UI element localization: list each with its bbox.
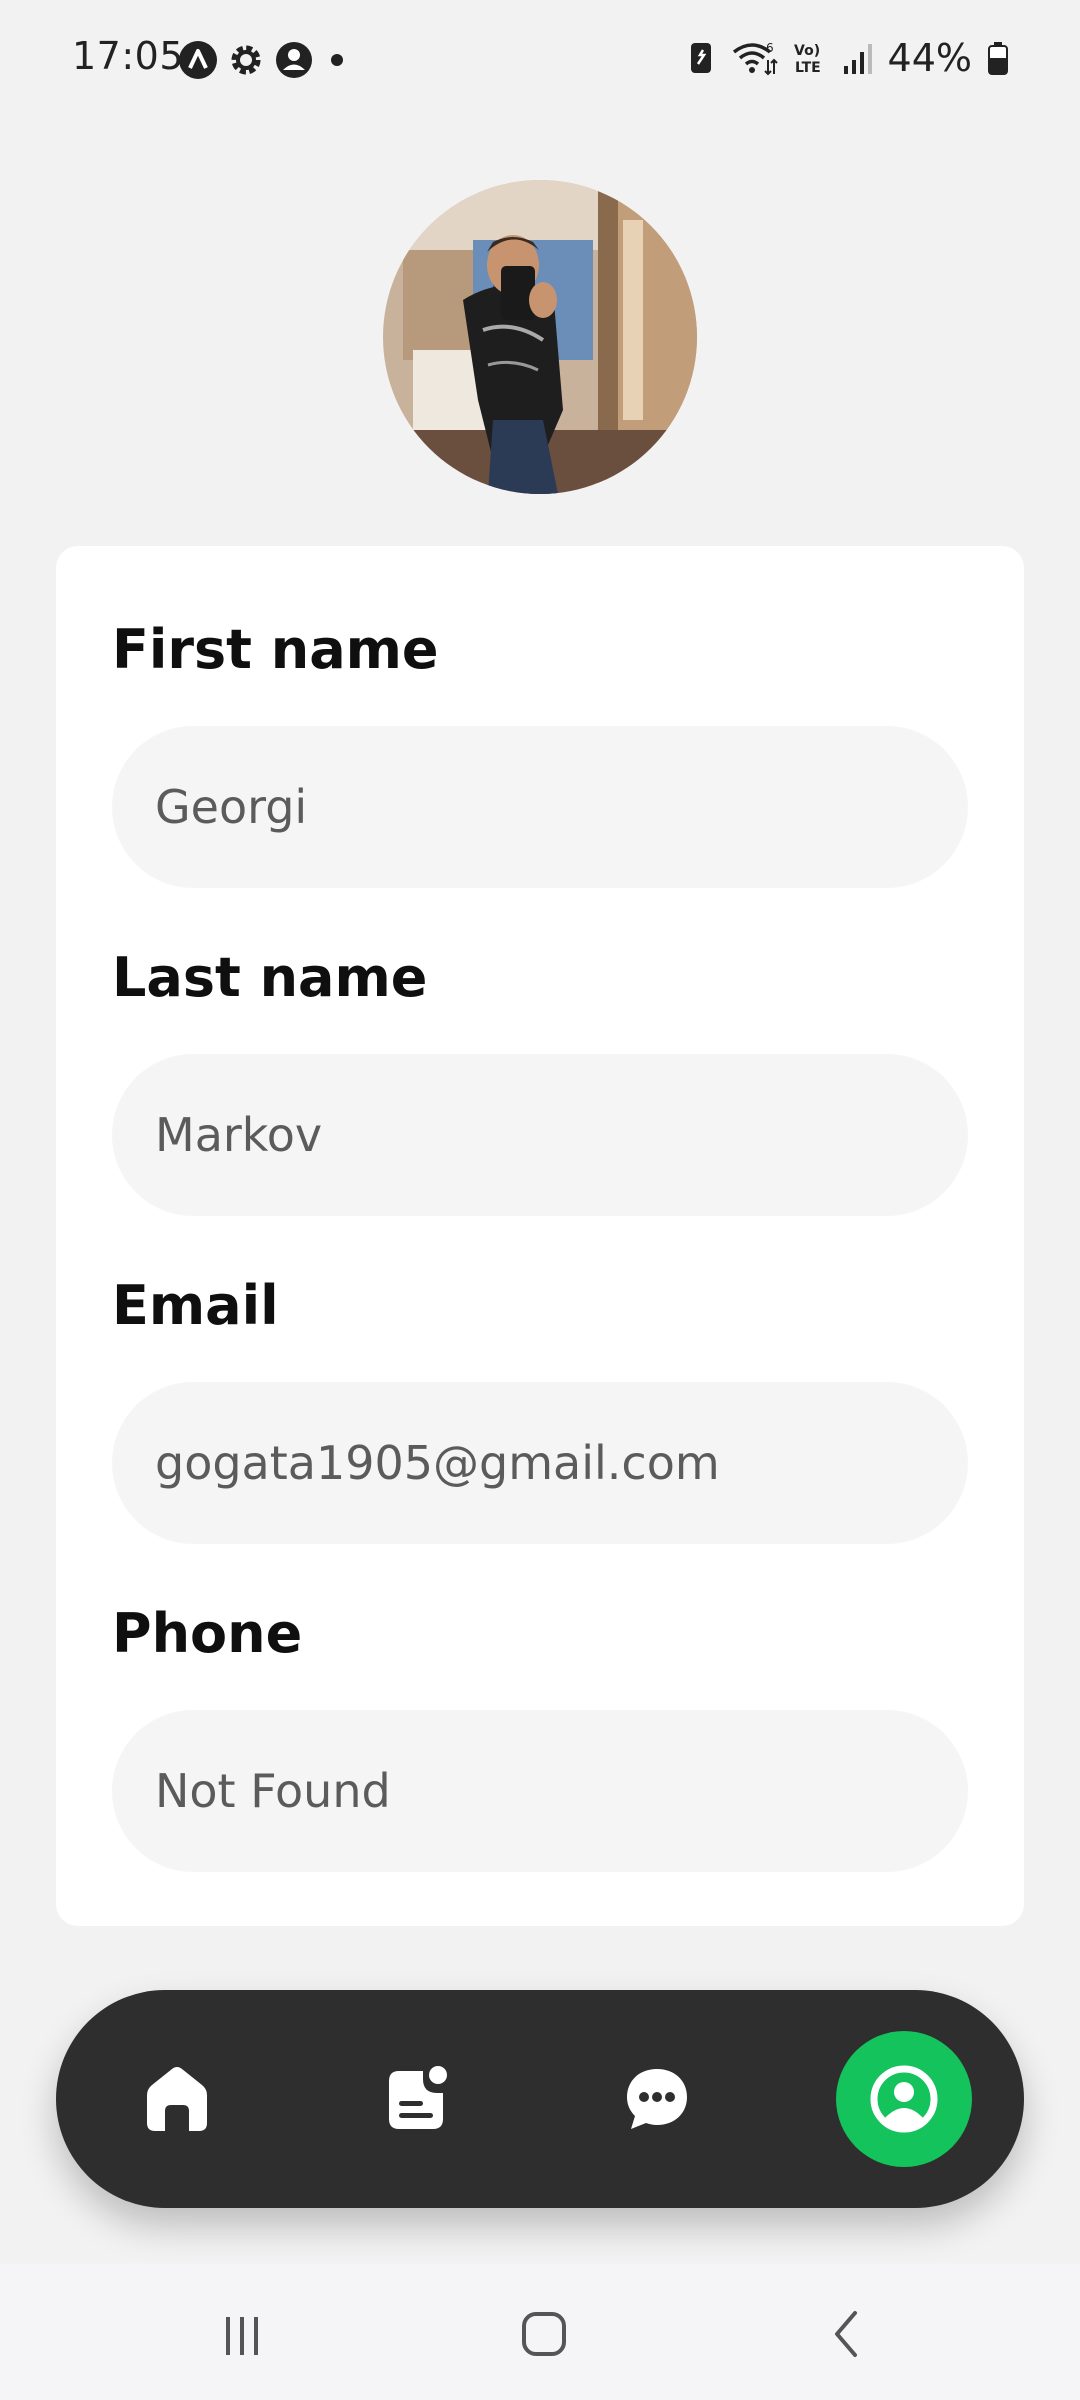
nav-home-button[interactable] — [122, 2044, 232, 2154]
status-time: 17:05 — [72, 34, 185, 78]
news-icon — [389, 2066, 447, 2129]
phone-label: Phone — [112, 1602, 303, 1665]
back-button[interactable] — [796, 2294, 896, 2374]
email-label: Email — [112, 1274, 279, 1337]
status-bar: 17:05 6 Vo) LTE 44% — [0, 0, 1080, 120]
first-name-input[interactable] — [112, 726, 968, 888]
first-name-label: First name — [112, 618, 439, 681]
volte-icon: Vo) LTE — [794, 43, 821, 76]
home-button-icon — [522, 2312, 566, 2356]
system-nav-bar — [0, 2264, 1080, 2400]
profile-photo — [383, 180, 697, 494]
recents-button[interactable] — [192, 2294, 292, 2374]
battery-saver-icon — [690, 43, 711, 73]
settings-icon — [231, 45, 261, 75]
svg-text:LTE: LTE — [795, 60, 821, 76]
wifi-6-icon: 6 — [732, 41, 778, 76]
profile-card: First name Last name Email Phone — [56, 546, 1024, 1926]
avatar[interactable] — [383, 180, 697, 494]
signal-icon — [843, 44, 872, 74]
app-a-icon — [179, 41, 217, 79]
back-icon — [835, 2311, 857, 2357]
last-name-input[interactable] — [112, 1054, 968, 1216]
battery-icon — [988, 42, 1008, 75]
nav-chat-button[interactable] — [602, 2044, 712, 2154]
nav-news-button[interactable] — [362, 2044, 472, 2154]
bottom-nav — [56, 1990, 1024, 2208]
profile-icon — [870, 2065, 938, 2133]
account-icon — [276, 42, 312, 78]
svg-text:Vo): Vo) — [794, 43, 820, 59]
status-icons-right: 6 Vo) LTE 44% — [686, 36, 1010, 80]
nav-profile-button[interactable] — [836, 2031, 972, 2167]
status-icons-left — [178, 40, 352, 80]
home-icon — [147, 2067, 207, 2131]
phone-input[interactable] — [112, 1710, 968, 1872]
home-system-button[interactable] — [494, 2294, 594, 2374]
dot-icon — [331, 54, 343, 66]
battery-percentage: 44% — [887, 36, 972, 80]
recents-icon — [226, 2317, 258, 2355]
email-input[interactable] — [112, 1382, 968, 1544]
last-name-label: Last name — [112, 946, 428, 1009]
chat-icon — [627, 2069, 687, 2129]
svg-text:6: 6 — [766, 41, 774, 55]
